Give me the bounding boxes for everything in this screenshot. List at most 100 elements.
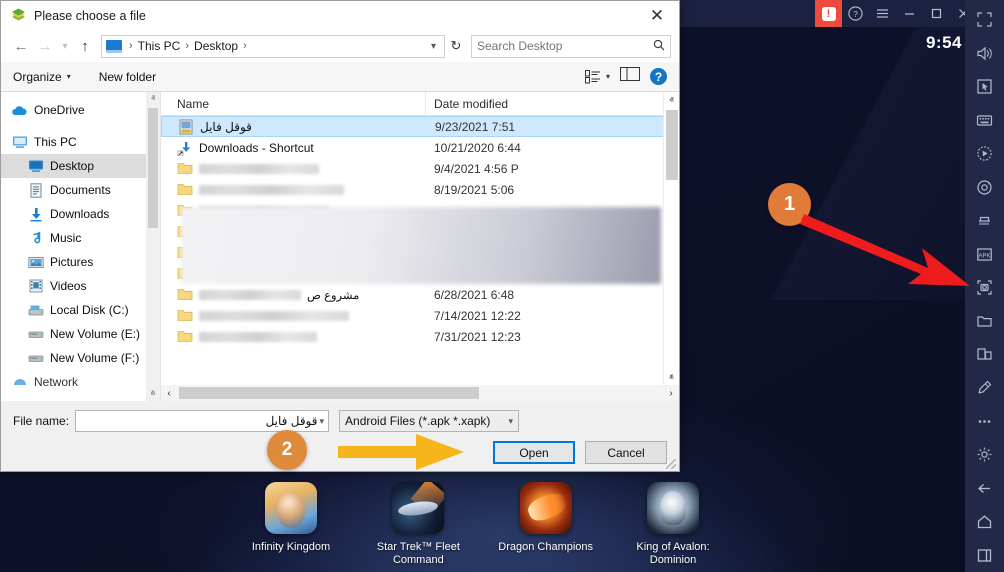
dialog-close-button[interactable]: ✕	[635, 1, 679, 30]
keyboard-icon[interactable]	[965, 103, 1004, 136]
chevron-down-icon[interactable]: ▾	[320, 416, 325, 427]
dialog-titlebar[interactable]: Please choose a file ✕	[1, 1, 679, 30]
breadcrumb-separator: ›	[185, 40, 190, 52]
scrollbar-track[interactable]	[177, 386, 663, 400]
preview-pane-button[interactable]	[620, 67, 640, 86]
folder-icon	[177, 329, 193, 345]
sidebar-item-pictures[interactable]: Pictures	[1, 250, 160, 274]
table-row[interactable]: 8/19/2021 5:06	[161, 179, 679, 200]
back-icon[interactable]	[965, 472, 1004, 505]
file-list-pane: Name Date modified قوقل فايل 9/23/2021 7…	[161, 92, 679, 401]
file-name-cell	[161, 182, 426, 198]
forward-button[interactable]: →	[33, 34, 57, 58]
help-icon[interactable]: ?	[842, 0, 869, 27]
scroll-up-button[interactable]: ⱏ	[664, 92, 679, 108]
breadcrumb-item-desktop[interactable]: Desktop	[194, 39, 238, 53]
refresh-button[interactable]: ↻	[445, 38, 467, 54]
table-row[interactable]: 9/4/2021 4:56 P	[161, 158, 679, 179]
resize-grip[interactable]	[666, 459, 676, 469]
search-box[interactable]	[471, 34, 671, 58]
organize-button[interactable]: Organize ▾	[13, 70, 71, 84]
sidebar-item-desktop[interactable]: Desktop	[1, 154, 160, 178]
file-type-filter-select[interactable]: Android Files (*.apk *.xapk) ▾	[339, 410, 520, 432]
more-icon[interactable]	[965, 405, 1004, 438]
alert-badge[interactable]: !	[815, 0, 842, 27]
filename-input[interactable]: قوقل فايل ▾	[75, 410, 330, 432]
table-row[interactable]: 7/14/2021 12:22	[161, 305, 679, 326]
rotate-icon[interactable]	[965, 170, 1004, 203]
scrollbar-thumb[interactable]	[179, 387, 479, 399]
sidebar-item-onedrive[interactable]: OneDrive	[1, 98, 160, 122]
chevron-down-icon[interactable]: ▾	[509, 416, 514, 427]
file-list-vertical-scrollbar[interactable]: ⱏ ⱞ	[663, 92, 679, 385]
help-button[interactable]: ?	[650, 68, 667, 85]
app-icon-king-of-avalon[interactable]	[646, 482, 699, 534]
file-type-filter-value: Android Files (*.apk *.xapk)	[345, 414, 491, 428]
cancel-button[interactable]: Cancel	[585, 441, 667, 464]
app-item[interactable]: Infinity Kingdom	[232, 482, 350, 567]
sidebar-item-new-volume-f[interactable]: New Volume (F:)	[1, 346, 160, 370]
filename-label: File name:	[13, 414, 70, 428]
minimize-icon[interactable]	[896, 0, 923, 27]
scroll-down-button[interactable]: ⱞ	[146, 387, 160, 401]
maximize-icon[interactable]	[923, 0, 950, 27]
table-row[interactable]: قوقل فايل 9/23/2021 7:51	[161, 116, 679, 137]
scroll-left-button[interactable]: ‹	[161, 388, 177, 399]
sidebar-item-label: This PC	[34, 135, 77, 149]
sidebar-item-network[interactable]: Network	[1, 370, 160, 394]
file-list-horizontal-scrollbar[interactable]: ‹ ›	[161, 385, 679, 401]
scroll-down-button[interactable]: ⱞ	[664, 369, 679, 385]
volume-icon[interactable]	[965, 36, 1004, 69]
scrollbar-thumb[interactable]	[148, 108, 158, 228]
app-icon-infinity-kingdom[interactable]	[265, 482, 317, 534]
scrollbar-thumb[interactable]	[666, 110, 678, 180]
recents-icon[interactable]	[965, 539, 1004, 572]
open-button[interactable]: Open	[493, 441, 575, 464]
sidebar-item-new-volume-e[interactable]: New Volume (E:)	[1, 322, 160, 346]
column-header-name[interactable]: Name	[161, 92, 426, 115]
sidebar-item-downloads[interactable]: Downloads	[1, 202, 160, 226]
scroll-right-button[interactable]: ›	[663, 388, 679, 399]
scroll-up-button[interactable]: ⱏ	[146, 92, 160, 106]
record-icon[interactable]	[965, 137, 1004, 170]
music-icon	[27, 230, 44, 246]
settings-icon[interactable]	[965, 438, 1004, 471]
table-row[interactable]: Downloads - Shortcut 10/21/2020 6:44	[161, 137, 679, 158]
chevron-down-icon: ▾	[605, 72, 610, 81]
app-item[interactable]: Dragon Champions	[487, 482, 605, 567]
app-item[interactable]: King of Avalon: Dominion	[614, 482, 732, 567]
sidebar-item-local-disk-c[interactable]: Local Disk (C:)	[1, 298, 160, 322]
cursor-icon[interactable]	[965, 70, 1004, 103]
table-row[interactable]: مشروع ص 6/28/2021 6:48	[161, 284, 679, 305]
folder-icon[interactable]	[965, 304, 1004, 337]
recent-locations-button[interactable]: ▾	[57, 34, 73, 58]
up-button[interactable]: ↑	[73, 34, 97, 58]
app-item[interactable]: Star Trek™ Fleet Command	[359, 482, 477, 567]
sidebar-item-videos[interactable]: Videos	[1, 274, 160, 298]
search-icon[interactable]	[653, 39, 665, 54]
breadcrumb-dropdown-icon[interactable]: ▾	[427, 41, 440, 52]
back-button[interactable]: ←	[9, 34, 33, 58]
app-icon-star-trek[interactable]	[392, 482, 445, 534]
home-icon[interactable]	[965, 505, 1004, 538]
view-options-button[interactable]: ▾	[584, 69, 610, 84]
folder-icon	[177, 308, 193, 324]
multi-window-icon[interactable]	[965, 338, 1004, 371]
sidebar-item-documents[interactable]: Documents	[1, 178, 160, 202]
column-header-date[interactable]: Date modified	[426, 97, 679, 111]
breadcrumb[interactable]: › This PC › Desktop › ▾	[101, 34, 445, 58]
alert-icon: !	[821, 6, 836, 21]
breadcrumb-item-thispc[interactable]: This PC	[138, 39, 181, 53]
app-icon-dragon-champions[interactable]	[519, 482, 572, 534]
sidebar-item-music[interactable]: Music	[1, 226, 160, 250]
clean-icon[interactable]	[965, 371, 1004, 404]
redacted-region-overlay	[181, 207, 661, 284]
table-row[interactable]: 7/31/2021 12:23	[161, 326, 679, 347]
pictures-icon	[27, 254, 44, 270]
sidebar-item-thispc[interactable]: This PC	[1, 130, 160, 154]
menu-icon[interactable]	[869, 0, 896, 27]
search-input[interactable]	[477, 39, 653, 53]
navpane-scrollbar[interactable]: ⱏ ⱞ	[146, 92, 160, 401]
fullscreen-icon[interactable]	[965, 3, 1004, 36]
new-folder-button[interactable]: New folder	[99, 70, 156, 84]
